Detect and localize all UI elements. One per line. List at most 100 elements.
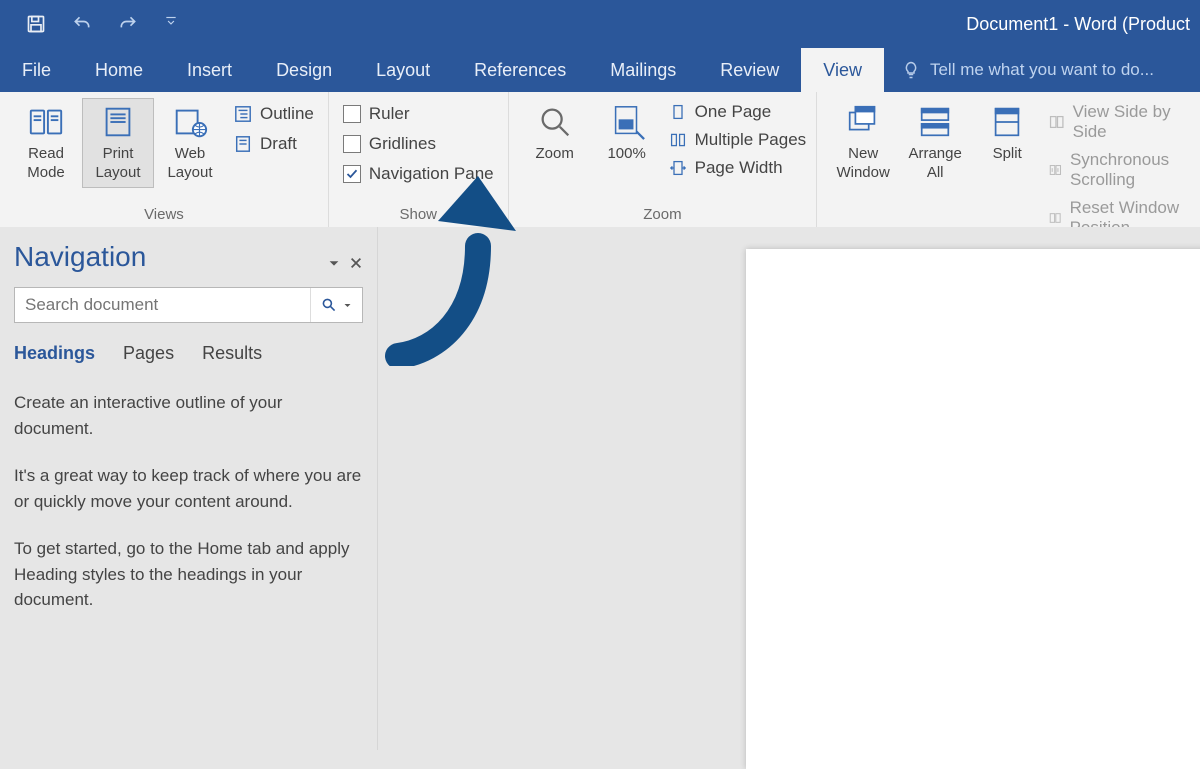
print-layout-icon (99, 103, 137, 141)
group-window: New Window Arrange All Split View Side b… (817, 92, 1200, 227)
zoom-100-icon (608, 103, 646, 141)
page-width-label: Page Width (695, 158, 783, 178)
ruler-label: Ruler (369, 104, 410, 124)
checkbox-unchecked-icon (343, 135, 361, 153)
navigation-help-text: Create an interactive outline of your do… (14, 390, 363, 613)
read-mode-label: Read Mode (27, 145, 65, 183)
draft-button[interactable]: Draft (234, 134, 314, 154)
checkbox-checked-icon (343, 165, 361, 183)
outline-label: Outline (260, 104, 314, 124)
multiple-pages-button[interactable]: Multiple Pages (669, 130, 807, 150)
zoom-icon (536, 103, 574, 141)
print-layout-label: Print Layout (95, 145, 140, 183)
web-layout-button[interactable]: Web Layout (154, 98, 226, 188)
close-icon[interactable] (349, 256, 363, 273)
tab-design[interactable]: Design (254, 48, 354, 92)
group-show: Ruler Gridlines Navigation Pane Show (329, 92, 509, 227)
navigation-pane-checkbox[interactable]: Navigation Pane (343, 164, 494, 184)
document-page[interactable] (746, 249, 1200, 769)
redo-icon[interactable] (118, 14, 138, 34)
search-input[interactable] (15, 295, 310, 315)
group-views-label: Views (10, 204, 318, 223)
outline-button[interactable]: Outline (234, 104, 314, 124)
navigation-pane-label: Navigation Pane (369, 164, 494, 184)
nav-help-line2: It's a great way to keep track of where … (14, 463, 363, 514)
split-icon (988, 103, 1026, 141)
checkbox-unchecked-icon (343, 105, 361, 123)
zoom-100-button[interactable]: 100% (591, 98, 663, 169)
draft-icon (234, 135, 252, 153)
side-by-side-label: View Side by Side (1073, 102, 1190, 142)
search-button[interactable] (310, 288, 362, 322)
arrange-all-label: Arrange All (908, 145, 961, 183)
arrange-all-icon (916, 103, 954, 141)
document-area[interactable] (378, 227, 1200, 750)
draft-label: Draft (260, 134, 297, 154)
reset-window-icon (1049, 210, 1061, 226)
document-title: Document1 - Word (Product (966, 14, 1200, 35)
zoom-100-label: 100% (607, 145, 645, 164)
side-by-side-icon (1049, 114, 1064, 130)
tab-references[interactable]: References (452, 48, 588, 92)
page-width-button[interactable]: Page Width (669, 158, 807, 178)
search-document-field[interactable] (14, 287, 363, 323)
tab-insert[interactable]: Insert (165, 48, 254, 92)
quick-access-toolbar (0, 14, 184, 34)
tell-me-placeholder: Tell me what you want to do... (930, 60, 1154, 80)
tab-mailings[interactable]: Mailings (588, 48, 698, 92)
arrange-all-button[interactable]: Arrange All (899, 98, 971, 188)
page-width-icon (669, 160, 687, 176)
title-bar: Document1 - Word (Product (0, 0, 1200, 48)
group-show-label: Show (339, 204, 498, 223)
qat-dropdown-icon[interactable] (164, 14, 184, 34)
one-page-button[interactable]: One Page (669, 102, 807, 122)
nav-tab-results[interactable]: Results (202, 343, 262, 364)
lightbulb-icon (902, 61, 920, 79)
chevron-down-icon (343, 301, 352, 310)
multiple-pages-label: Multiple Pages (695, 130, 807, 150)
one-page-icon (669, 104, 687, 120)
web-layout-icon (171, 103, 209, 141)
navigation-pane: Navigation Headings Pages Results C (0, 227, 378, 750)
nav-tab-pages[interactable]: Pages (123, 343, 174, 364)
navigation-pane-menu-icon[interactable] (327, 256, 341, 273)
sync-scroll-label: Synchronous Scrolling (1070, 150, 1190, 190)
sync-scrolling-button: Synchronous Scrolling (1049, 150, 1190, 190)
search-icon (321, 297, 337, 313)
workspace: Navigation Headings Pages Results C (0, 227, 1200, 750)
tab-review[interactable]: Review (698, 48, 801, 92)
new-window-label: New Window (836, 145, 889, 183)
nav-help-line1: Create an interactive outline of your do… (14, 390, 363, 441)
nav-help-line3: To get started, go to the Home tab and a… (14, 536, 363, 613)
navigation-tabs: Headings Pages Results (14, 343, 363, 364)
web-layout-label: Web Layout (167, 145, 212, 183)
new-window-button[interactable]: New Window (827, 98, 899, 188)
multiple-pages-icon (669, 132, 687, 148)
print-layout-button[interactable]: Print Layout (82, 98, 154, 188)
group-zoom-label: Zoom (519, 204, 807, 223)
split-button[interactable]: Split (971, 98, 1043, 169)
read-mode-button[interactable]: Read Mode (10, 98, 82, 188)
gridlines-label: Gridlines (369, 134, 436, 154)
new-window-icon (844, 103, 882, 141)
tab-view[interactable]: View (801, 48, 884, 92)
gridlines-checkbox[interactable]: Gridlines (343, 134, 494, 154)
zoom-label: Zoom (535, 145, 573, 164)
tab-layout[interactable]: Layout (354, 48, 452, 92)
nav-tab-headings[interactable]: Headings (14, 343, 95, 364)
one-page-label: One Page (695, 102, 772, 122)
ruler-checkbox[interactable]: Ruler (343, 104, 494, 124)
tab-home[interactable]: Home (73, 48, 165, 92)
zoom-button[interactable]: Zoom (519, 98, 591, 169)
tab-file[interactable]: File (0, 48, 73, 92)
group-views: Read Mode Print Layout Web Layout Outlin… (0, 92, 329, 227)
outline-icon (234, 105, 252, 123)
group-zoom: Zoom 100% One Page Multiple Pages (509, 92, 818, 227)
navigation-pane-title: Navigation (14, 241, 146, 273)
undo-icon[interactable] (72, 14, 92, 34)
sync-scroll-icon (1049, 162, 1062, 178)
ribbon: Read Mode Print Layout Web Layout Outlin… (0, 92, 1200, 228)
tell-me-search[interactable]: Tell me what you want to do... (902, 48, 1154, 92)
save-icon[interactable] (26, 14, 46, 34)
split-label: Split (993, 145, 1022, 164)
